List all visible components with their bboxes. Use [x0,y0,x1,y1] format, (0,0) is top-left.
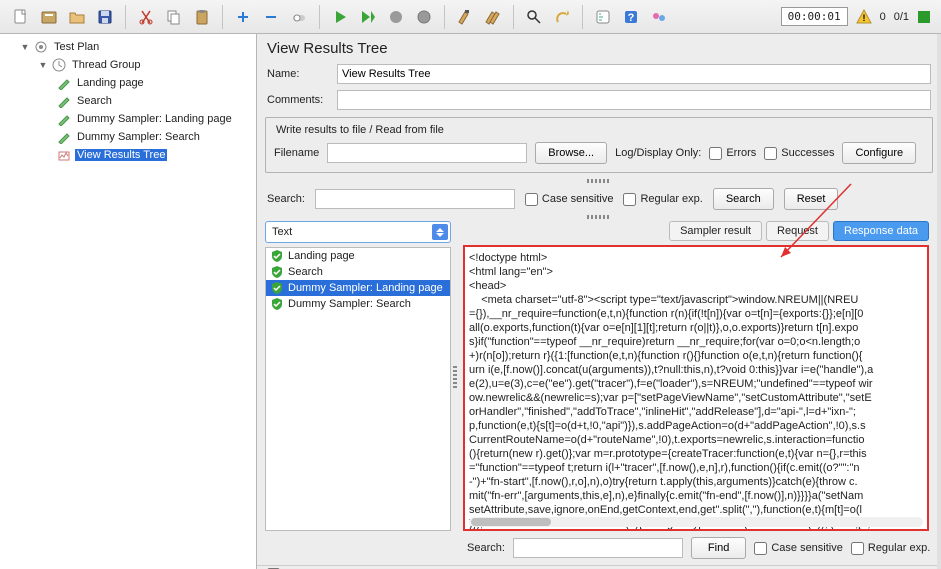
filename-label: Filename [274,147,319,159]
find-button[interactable]: Find [691,537,746,559]
clear-all-icon[interactable] [480,4,506,30]
logdisplay-label: Log/Display Only: [615,147,701,159]
comments-label: Comments: [267,94,331,106]
collapse-icon[interactable] [258,4,284,30]
start-icon[interactable] [327,4,353,30]
regex-checkbox[interactable]: Regular exp. [851,542,930,555]
horizontal-scrollbar[interactable] [469,517,923,527]
tree-node-listener[interactable]: View Results Tree [0,146,256,164]
reset-search-icon[interactable] [549,4,575,30]
vsplit-handle[interactable] [451,221,459,531]
reset-button[interactable]: Reset [784,188,839,210]
warning-icon[interactable]: ! [856,9,872,25]
search-label: Search: [467,542,505,554]
open-icon[interactable] [64,4,90,30]
chevron-updown-icon [432,224,448,240]
chevron-down-icon[interactable]: ▼ [20,42,30,52]
running-indicator-icon [917,10,931,24]
split-handle[interactable] [265,179,933,183]
result-item[interactable]: Dummy Sampler: Landing page [266,280,450,296]
configure-button[interactable]: Configure [842,142,916,164]
chevron-down-icon[interactable]: ▼ [38,60,48,70]
tree-node-sampler[interactable]: Landing page [0,74,256,92]
result-item[interactable]: Search [266,264,450,280]
response-body-text: <!doctype html> <html lang="en"> <head> … [469,251,923,531]
paste-icon[interactable] [189,4,215,30]
filename-input[interactable] [327,143,527,163]
tree-search-input[interactable] [315,189,515,209]
tab-request[interactable]: Request [766,221,829,241]
search-icon[interactable] [521,4,547,30]
result-item[interactable]: Dummy Sampler: Search [266,296,450,312]
save-icon[interactable] [92,4,118,30]
tab-sampler-result[interactable]: Sampler result [669,221,762,241]
comments-input[interactable] [337,90,931,110]
shutdown-icon[interactable] [411,4,437,30]
search-button[interactable]: Search [713,188,774,210]
write-results-group: Write results to file / Read from file F… [265,117,933,173]
element-panel: View Results Tree Name: Comments: Write … [257,34,941,569]
panel-title: View Results Tree [257,34,941,61]
tree-node-sampler[interactable]: Dummy Sampler: Search [0,128,256,146]
tree-label: Dummy Sampler: Landing page [75,113,234,125]
tree-node-testplan[interactable]: ▼ Test Plan [0,38,256,56]
tab-response-data[interactable]: Response data [833,221,929,241]
results-tree[interactable]: Landing page Search Dummy Sampler: Landi… [265,247,451,531]
test-plan-tree[interactable]: ▼ Test Plan ▼ Thread Group Landing page … [0,34,257,569]
expand-icon[interactable] [230,4,256,30]
tree-label: Thread Group [70,59,142,71]
result-item[interactable]: Landing page [266,248,450,264]
name-input[interactable] [337,64,931,84]
tree-node-sampler[interactable]: Dummy Sampler: Landing page [0,110,256,128]
case-sensitive-checkbox[interactable]: Case sensitive [525,193,614,206]
heap-dump-icon[interactable] [646,4,672,30]
search-label: Search: [267,193,305,205]
response-search-input[interactable] [513,538,683,558]
function-helper-icon[interactable] [590,4,616,30]
templates-icon[interactable] [36,4,62,30]
tree-label: Dummy Sampler: Search [75,131,202,143]
svg-text:?: ? [628,12,635,24]
renderer-select[interactable]: Text [265,221,451,243]
case-sensitive-checkbox[interactable]: Case sensitive [754,542,843,555]
clear-icon[interactable] [452,4,478,30]
main-toolbar: ? 00:00:01 ! 0 0/1 [0,0,941,34]
browse-button[interactable]: Browse... [535,142,607,164]
toggle-icon[interactable] [286,4,312,30]
tree-label: Test Plan [52,41,101,53]
tree-node-threadgroup[interactable]: ▼ Thread Group [0,56,256,74]
svg-text:!: ! [862,13,865,23]
tree-label: Search [75,95,114,107]
regex-checkbox[interactable]: Regular exp. [623,193,702,206]
response-data-pane[interactable]: <!doctype html> <html lang="en"> <head> … [463,245,929,531]
window-resize-edge[interactable] [937,34,941,569]
successes-checkbox[interactable]: Successes [764,147,834,160]
elapsed-timer: 00:00:01 [781,7,848,26]
tree-label: Landing page [75,77,146,89]
cut-icon[interactable] [133,4,159,30]
copy-icon[interactable] [161,4,187,30]
tree-node-sampler[interactable]: Search [0,92,256,110]
new-icon[interactable] [8,4,34,30]
errors-checkbox[interactable]: Errors [709,147,756,160]
start-no-timers-icon[interactable] [355,4,381,30]
stop-icon[interactable] [383,4,409,30]
group-title: Write results to file / Read from file [272,124,448,136]
split-handle[interactable] [265,215,933,219]
warn-count: 0 [880,11,886,23]
name-label: Name: [267,68,331,80]
run-count: 0/1 [894,11,909,23]
tree-label: View Results Tree [75,149,167,161]
help-icon[interactable]: ? [618,4,644,30]
